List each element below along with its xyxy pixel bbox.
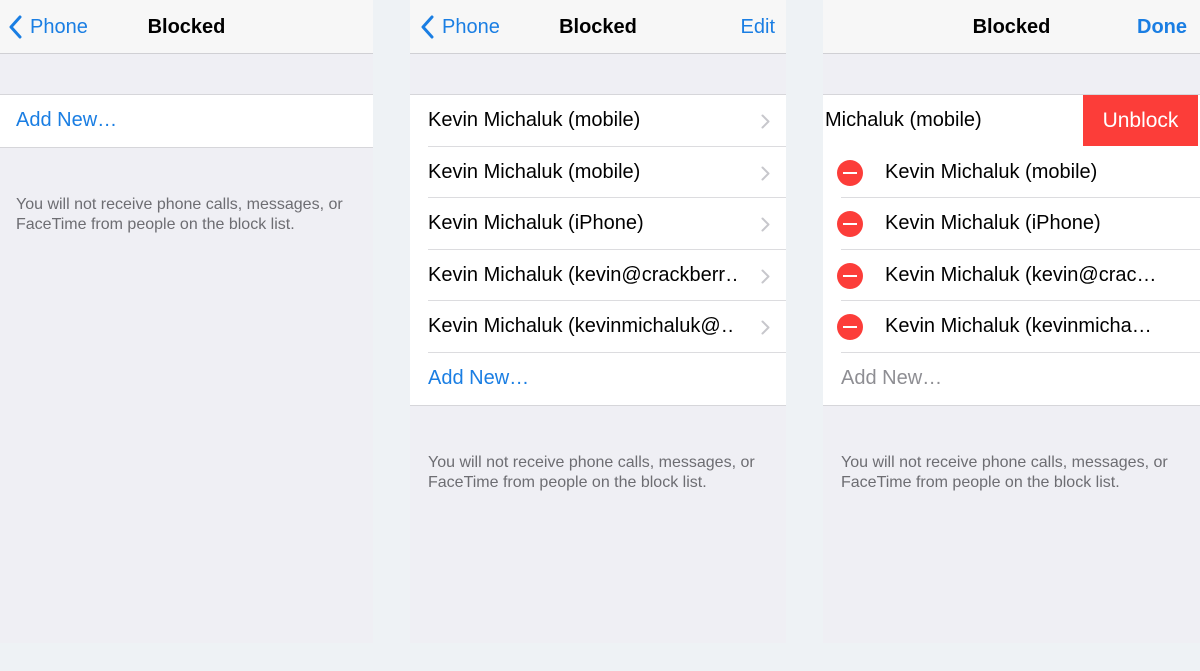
blocked-list: Add New… [0,94,373,148]
blocked-contact-row[interactable]: Kevin Michaluk (kevinmichaluk@… [410,301,786,353]
contact-label: Michaluk (mobile) [825,109,982,131]
add-new-label: Add New… [428,366,530,389]
contact-label: Kevin Michaluk (kevinmicha… [885,315,1152,338]
chevron-right-icon [761,166,770,181]
contact-label: Kevin Michaluk (iPhone) [885,212,1101,235]
chevron-right-icon [761,114,770,129]
delete-minus-icon[interactable] [837,262,863,289]
delete-minus-icon[interactable] [837,159,863,186]
swiped-contact-row[interactable]: Michaluk (mobile) Unblock [823,95,1200,147]
add-new-label: Add New… [16,109,118,131]
block-list-footer-note: You will not receive phone calls, messag… [16,196,343,233]
navigation-bar: Phone Blocked Edit [410,0,786,54]
blocked-screen-list: Phone Blocked Edit Kevin Michaluk (mobil… [410,0,786,643]
blocked-contact-row[interactable]: Kevin Michaluk (kevinmicha… [823,301,1200,353]
chevron-right-icon [761,320,770,335]
edit-button[interactable]: Edit [741,0,775,54]
contact-label: Kevin Michaluk (kevinmichaluk@… [428,315,736,338]
navigation-bar: Phone Blocked [0,0,373,54]
add-new-row[interactable]: Add New… [0,95,373,147]
contact-label: Kevin Michaluk (kevin@crackberr… [428,263,736,286]
blocked-contact-row[interactable]: Kevin Michaluk (mobile) [410,95,786,147]
unblock-button[interactable]: Unblock [1083,95,1198,146]
done-button[interactable]: Done [1137,0,1187,54]
block-list-footer-note: You will not receive phone calls, messag… [841,454,1168,491]
navigation-bar: Blocked Done [823,0,1200,54]
block-list-footer-note: You will not receive phone calls, messag… [428,454,755,491]
contact-label: Kevin Michaluk (mobile) [428,109,641,131]
delete-minus-icon[interactable] [837,211,863,238]
blocked-contact-row[interactable]: Kevin Michaluk (iPhone) [823,198,1200,250]
contact-label: Kevin Michaluk (iPhone) [428,212,644,235]
blocked-contact-row[interactable]: Kevin Michaluk (kevin@crac… [823,250,1200,302]
contact-label: Kevin Michaluk (mobile) [428,160,641,183]
blocked-list: Kevin Michaluk (mobile) Kevin Michaluk (… [410,94,786,406]
add-new-row[interactable]: Add New… [410,353,786,405]
blocked-screen-editing: Blocked Done Michaluk (mobile) Unblock K… [823,0,1200,643]
blocked-contact-row[interactable]: Kevin Michaluk (mobile) [823,147,1200,199]
blocked-contact-row[interactable]: Kevin Michaluk (kevin@crackberr… [410,250,786,302]
page-title: Blocked [147,16,226,38]
blocked-contact-row[interactable]: Kevin Michaluk (mobile) [410,147,786,199]
delete-minus-icon[interactable] [837,314,863,341]
blocked-screen-empty: Phone Blocked Add New… You will not rece… [0,0,373,643]
blocked-contact-row[interactable]: Kevin Michaluk (iPhone) [410,198,786,250]
contact-label: Kevin Michaluk (mobile) [885,160,1098,183]
page-title: Blocked [559,16,637,38]
add-new-row: Add New… [823,353,1200,405]
blocked-list: Michaluk (mobile) Unblock Kevin Michaluk… [823,94,1200,406]
chevron-right-icon [761,217,770,232]
chevron-right-icon [761,269,770,284]
add-new-label: Add New… [841,366,943,389]
contact-label: Kevin Michaluk (kevin@crac… [885,263,1156,286]
